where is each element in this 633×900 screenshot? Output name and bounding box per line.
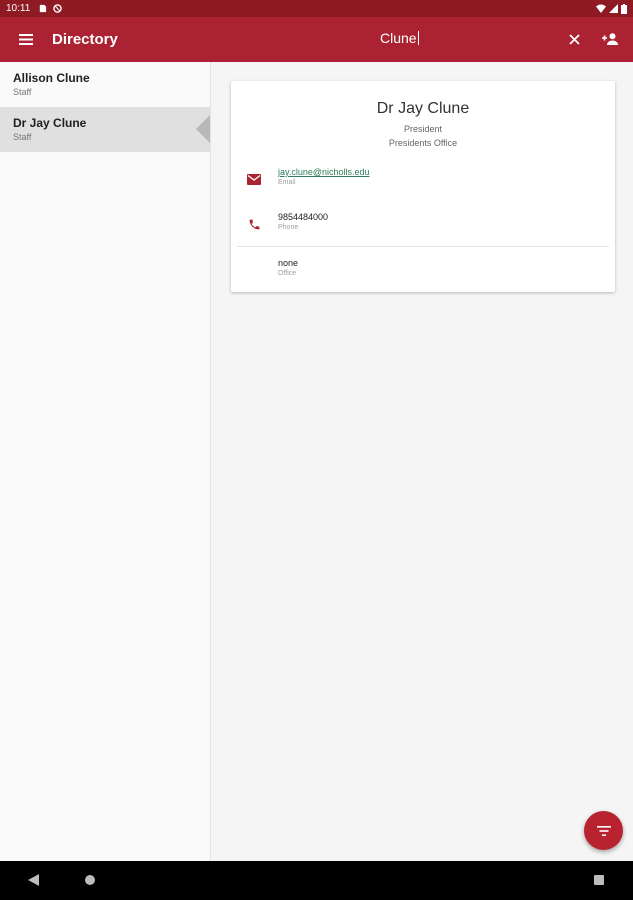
status-bar: 10:11	[0, 0, 633, 17]
text-cursor	[417, 31, 419, 45]
app-bar: Directory Clune	[0, 17, 633, 62]
menu-button[interactable]	[0, 17, 52, 62]
recent-apps-icon[interactable]	[594, 875, 604, 885]
back-icon[interactable]	[28, 874, 39, 886]
no-disturb-icon	[53, 4, 63, 13]
list-item-selected[interactable]: Dr Jay Clune Staff	[0, 107, 210, 152]
search-input[interactable]: Clune	[380, 30, 419, 46]
menu-icon	[19, 34, 33, 45]
phone-label: Phone	[278, 224, 299, 231]
email-icon	[245, 170, 263, 188]
contact-detail-card: Dr Jay Clune President Presidents Office…	[231, 81, 615, 292]
email-label: Email	[278, 179, 296, 186]
list-item-name: Allison Clune	[13, 71, 90, 85]
filter-icon	[596, 825, 611, 836]
email-link[interactable]: jay.clune@nicholls.edu	[278, 167, 370, 177]
close-icon	[568, 33, 580, 45]
list-item[interactable]: Allison Clune Staff	[0, 62, 210, 107]
add-user-icon	[602, 33, 618, 45]
page-title: Directory	[52, 31, 118, 48]
list-item-role: Staff	[13, 132, 32, 142]
contact-department: Presidents Office	[388, 138, 458, 148]
office-label: Office	[278, 270, 297, 277]
wifi-icon	[596, 4, 606, 13]
contact-list: Allison Clune Staff Dr Jay Clune Staff	[0, 62, 211, 861]
sd-card-icon	[40, 4, 47, 13]
list-item-role: Staff	[13, 87, 32, 97]
system-nav-bar	[0, 861, 633, 900]
status-time: 10:11	[6, 3, 31, 14]
search-value: Clune	[380, 30, 417, 46]
phone-icon	[245, 215, 263, 233]
office-value: none	[278, 258, 299, 268]
contact-name: Dr Jay Clune	[376, 100, 470, 117]
divider	[237, 246, 609, 247]
battery-icon	[621, 3, 627, 14]
status-right	[596, 3, 627, 14]
selection-arrow	[196, 115, 210, 143]
phone-value[interactable]: 9854484000	[278, 212, 328, 222]
contact-title: President	[403, 124, 443, 134]
signal-icon	[609, 4, 618, 13]
home-icon[interactable]	[85, 875, 95, 885]
add-user-button[interactable]	[598, 27, 622, 51]
list-item-name: Dr Jay Clune	[13, 116, 87, 130]
clear-search-button[interactable]	[562, 27, 586, 51]
filter-button[interactable]	[584, 811, 623, 850]
